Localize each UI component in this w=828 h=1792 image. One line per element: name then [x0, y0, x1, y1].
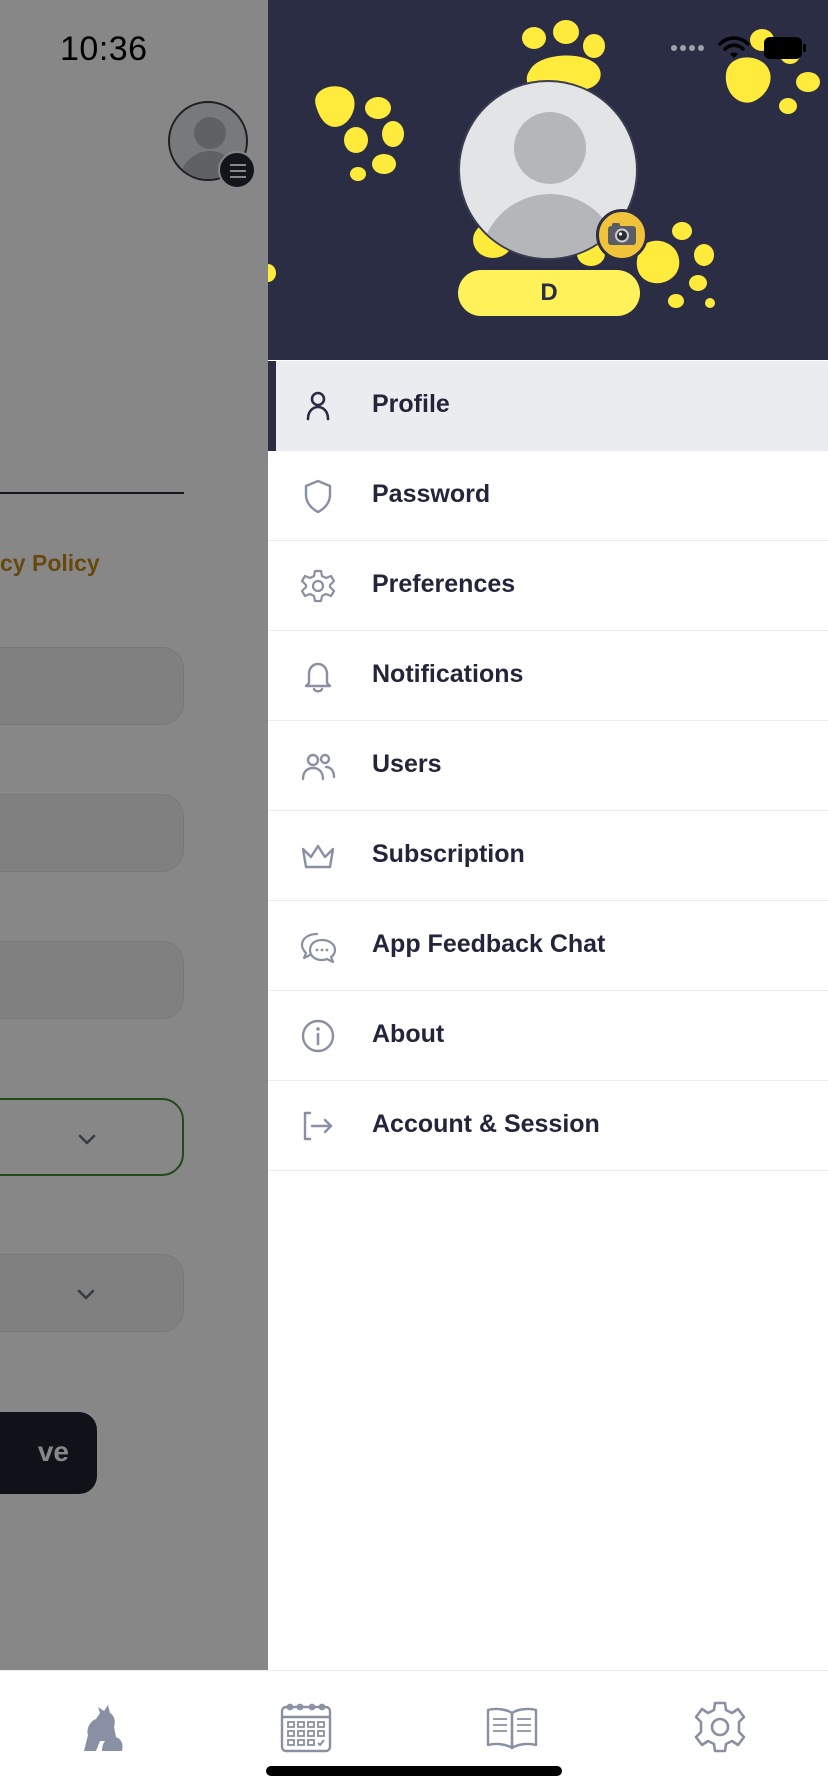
menu-item-label: Notifications [372, 660, 524, 688]
info-icon [301, 1019, 335, 1053]
paw-print-icon [315, 86, 404, 181]
menu-item-label: Password [372, 480, 491, 508]
home-indicator [266, 1766, 562, 1776]
logout-icon [303, 1111, 333, 1141]
change-photo-button[interactable] [596, 209, 648, 261]
battery-icon [764, 37, 806, 59]
paw-print-icon [268, 264, 276, 282]
gear-icon[interactable] [690, 1697, 750, 1757]
gear-icon [300, 569, 336, 603]
users-icon [301, 753, 336, 781]
menu-item-label: Preferences [372, 570, 516, 598]
menu-item-preferences[interactable]: Preferences [268, 541, 828, 631]
crown-icon [301, 844, 335, 869]
dim-overlay[interactable] [0, 0, 268, 1670]
camera-icon [608, 223, 636, 245]
shield-icon [304, 479, 332, 514]
menu-item-account-session[interactable]: Account & Session [268, 1081, 828, 1171]
menu-item-label: Profile [372, 390, 450, 418]
menu-item-label: Users [372, 750, 442, 778]
menu-item-label: Account & Session [372, 1110, 600, 1138]
pets-icon[interactable] [72, 1697, 132, 1757]
drawer-menu: Profile Password Preferences Notificatio… [268, 361, 828, 1171]
menu-item-label: About [372, 1020, 445, 1048]
menu-item-profile[interactable]: Profile [268, 361, 828, 451]
signal-icon [671, 45, 704, 51]
status-icons [671, 36, 808, 60]
chat-bubbles-icon [300, 932, 337, 964]
drawer-header: D [268, 0, 828, 360]
menu-item-app-feedback-chat[interactable]: App Feedback Chat [268, 901, 828, 991]
menu-item-about[interactable]: About [268, 991, 828, 1081]
menu-item-notifications[interactable]: Notifications [268, 631, 828, 721]
menu-item-label: App Feedback Chat [372, 930, 606, 958]
menu-item-label: Subscription [372, 840, 525, 868]
user-name-badge[interactable]: D [458, 270, 640, 316]
person-icon [306, 391, 330, 421]
menu-item-users[interactable]: Users [268, 721, 828, 811]
menu-item-subscription[interactable]: Subscription [268, 811, 828, 901]
side-drawer: D Profile Password Preferences Notificat… [268, 0, 828, 1670]
bell-icon [304, 662, 332, 693]
calendar-icon[interactable] [276, 1697, 336, 1757]
menu-item-password[interactable]: Password [268, 451, 828, 541]
wifi-icon [718, 36, 750, 58]
book-icon[interactable] [482, 1697, 542, 1757]
paw-print-icon [522, 20, 605, 90]
